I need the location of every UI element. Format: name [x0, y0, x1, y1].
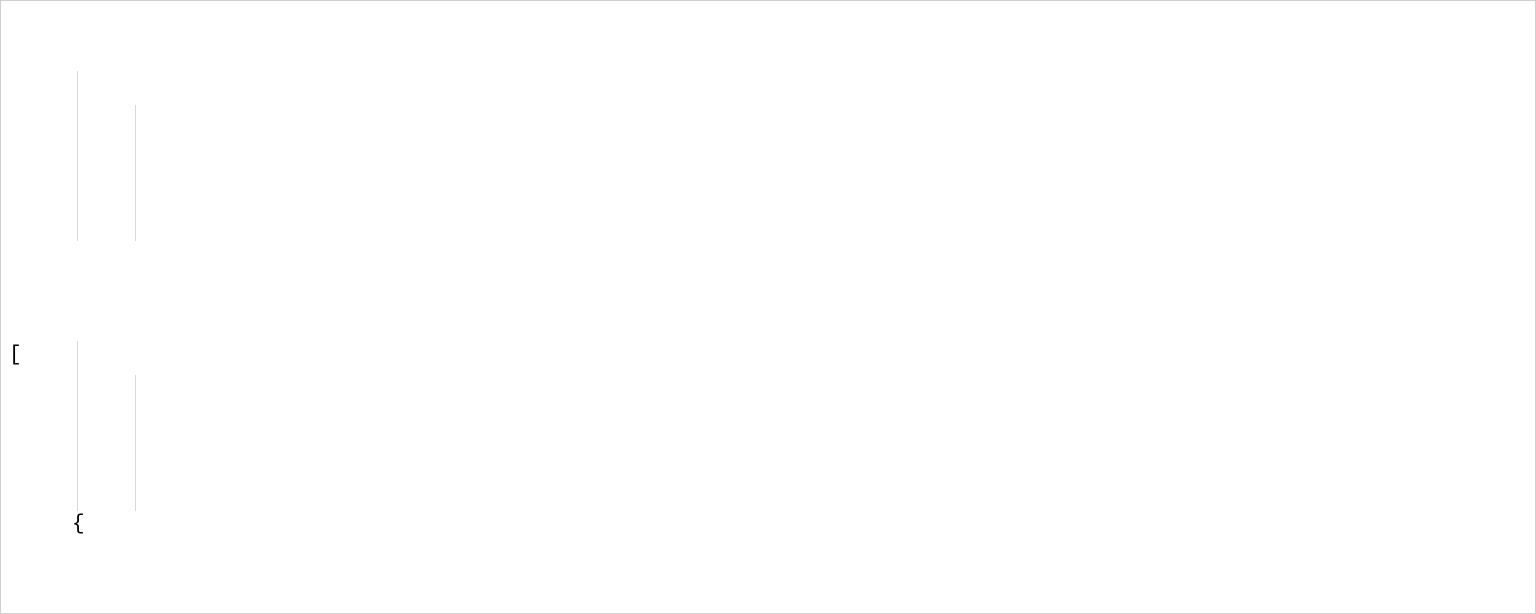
json-viewer[interactable]: [ { "block_id_0": { "acl_stored_hash": "… [0, 0, 1536, 614]
json-object-open: { [1, 508, 1535, 542]
json-array-open: [ [1, 339, 1535, 373]
